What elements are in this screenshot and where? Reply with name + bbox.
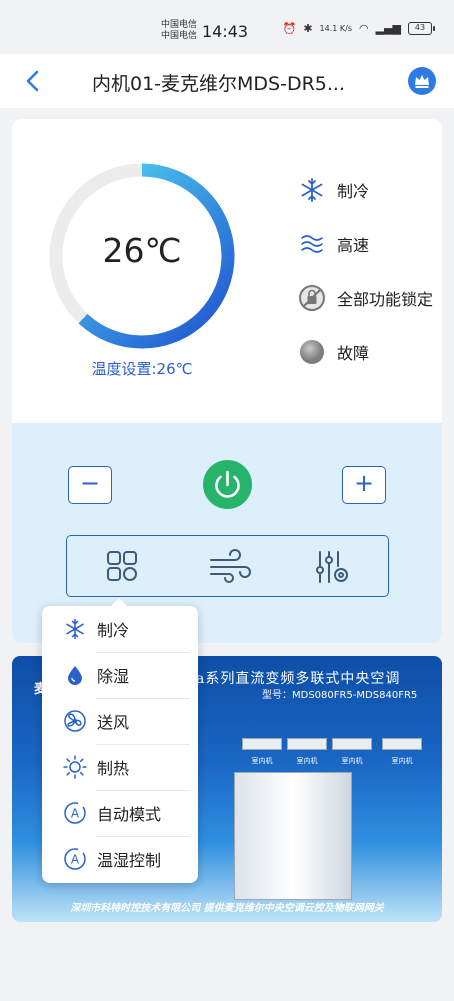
sliders-icon xyxy=(316,551,348,583)
fan-speed-button[interactable] xyxy=(207,548,253,586)
carrier-2: 中国电信 xyxy=(161,31,198,41)
app-header: 内机01-麦克维尔MDS-DR5... xyxy=(0,54,454,108)
vip-button[interactable] xyxy=(408,67,436,95)
snowflake-icon xyxy=(62,616,88,642)
indoor-unit: 室内机 xyxy=(332,738,376,774)
water-drop-icon xyxy=(62,662,88,688)
crown-icon xyxy=(415,75,429,88)
status-lock: 全部功能锁定 xyxy=(297,283,433,313)
menu-item-auto[interactable]: A 自动模式 xyxy=(42,790,198,836)
wifi-icon: ◠ xyxy=(359,22,369,35)
menu-item-cool[interactable]: 制冷 xyxy=(42,606,198,652)
menu-item-label: 温湿控制 xyxy=(97,851,162,870)
svg-text:A: A xyxy=(71,807,80,821)
status-fan-label: 高速 xyxy=(337,236,370,255)
menu-item-label: 送风 xyxy=(97,713,130,732)
indoor-unit: 室内机 xyxy=(242,738,286,774)
network-speed: 14.1 K/s xyxy=(319,24,352,33)
status-mode: 制冷 xyxy=(297,175,369,205)
power-icon xyxy=(215,470,240,498)
settings-button[interactable] xyxy=(312,548,352,586)
menu-item-label: 制热 xyxy=(97,759,130,778)
wind-waves-icon xyxy=(297,229,327,259)
menu-item-label: 自动模式 xyxy=(97,805,162,824)
mode-menu: 制冷 除湿 送风 制热 A 自动模式 A 温湿控制 xyxy=(42,598,198,883)
outdoor-unit-image xyxy=(234,772,352,900)
grid-icon xyxy=(107,551,137,581)
menu-item-label: 除湿 xyxy=(97,667,130,686)
back-button[interactable] xyxy=(22,68,46,94)
menu-item-fan[interactable]: 送风 xyxy=(42,698,198,744)
mode-select-button[interactable] xyxy=(102,548,142,586)
status-lock-label: 全部功能锁定 xyxy=(337,290,434,309)
sun-icon xyxy=(62,754,88,780)
banner-model: 型号：MDS080FR5-MDS840FR5 xyxy=(262,690,418,701)
indoor-unit: 室内机 xyxy=(287,738,331,774)
chevron-left-icon xyxy=(26,70,39,92)
status-icons: ⏰ ✱ 14.1 K/s ◠ ▂▄▆ 43 xyxy=(282,22,435,35)
indoor-unit: 室内机 xyxy=(382,738,426,774)
auto-icon: A xyxy=(62,800,88,826)
fault-indicator-icon xyxy=(297,337,327,367)
banner-footer: 深圳市科特时控技术有限公司 提供麦克维尔中央空调云控及物联网网关 xyxy=(70,903,384,914)
carrier-1: 中国电信 xyxy=(161,20,198,30)
battery-icon: 43 xyxy=(408,22,435,35)
control-card: 26℃ 温度设置:26℃ 制冷 高速 全部功能锁定 故障 − + xyxy=(12,119,442,643)
alarm-icon: ⏰ xyxy=(282,22,297,35)
fan-icon xyxy=(62,708,88,734)
power-button[interactable] xyxy=(203,460,252,509)
page-title: 内机01-麦克维尔MDS-DR5... xyxy=(92,73,346,95)
svg-text:A: A xyxy=(71,853,80,867)
menu-item-label: 制冷 xyxy=(97,621,130,640)
bluetooth-icon: ✱ xyxy=(303,22,313,35)
signal-icon: ▂▄▆ xyxy=(375,22,401,35)
menu-item-dehumidify[interactable]: 除湿 xyxy=(42,652,198,698)
menu-item-heat[interactable]: 制热 xyxy=(42,744,198,790)
current-temperature: 26℃ xyxy=(102,231,182,270)
status-fan: 高速 xyxy=(297,229,369,259)
lock-disabled-icon xyxy=(297,283,327,313)
clock: 14:43 xyxy=(202,22,249,41)
status-mode-label: 制冷 xyxy=(337,182,370,201)
decrease-temp-button[interactable]: − xyxy=(68,466,112,504)
status-fault: 故障 xyxy=(297,337,369,367)
status-fault-label: 故障 xyxy=(337,344,370,363)
temperature-setpoint: 温度设置:26℃ xyxy=(91,360,193,378)
function-toolbar xyxy=(66,535,389,597)
banner-title: na系列直流变频多联式中央空调 xyxy=(186,671,401,687)
auto-icon: A xyxy=(62,846,88,872)
increase-temp-button[interactable]: + xyxy=(342,466,386,504)
carrier-info: 中国电信 中国电信 xyxy=(161,20,197,42)
wind-icon xyxy=(210,549,251,583)
menu-item-humidity-control[interactable]: A 温湿控制 xyxy=(42,836,198,882)
snowflake-icon xyxy=(297,175,327,205)
status-bar: 中国电信 中国电信 14:43 ⏰ ✱ 14.1 K/s ◠ ▂▄▆ 43 xyxy=(0,0,454,54)
